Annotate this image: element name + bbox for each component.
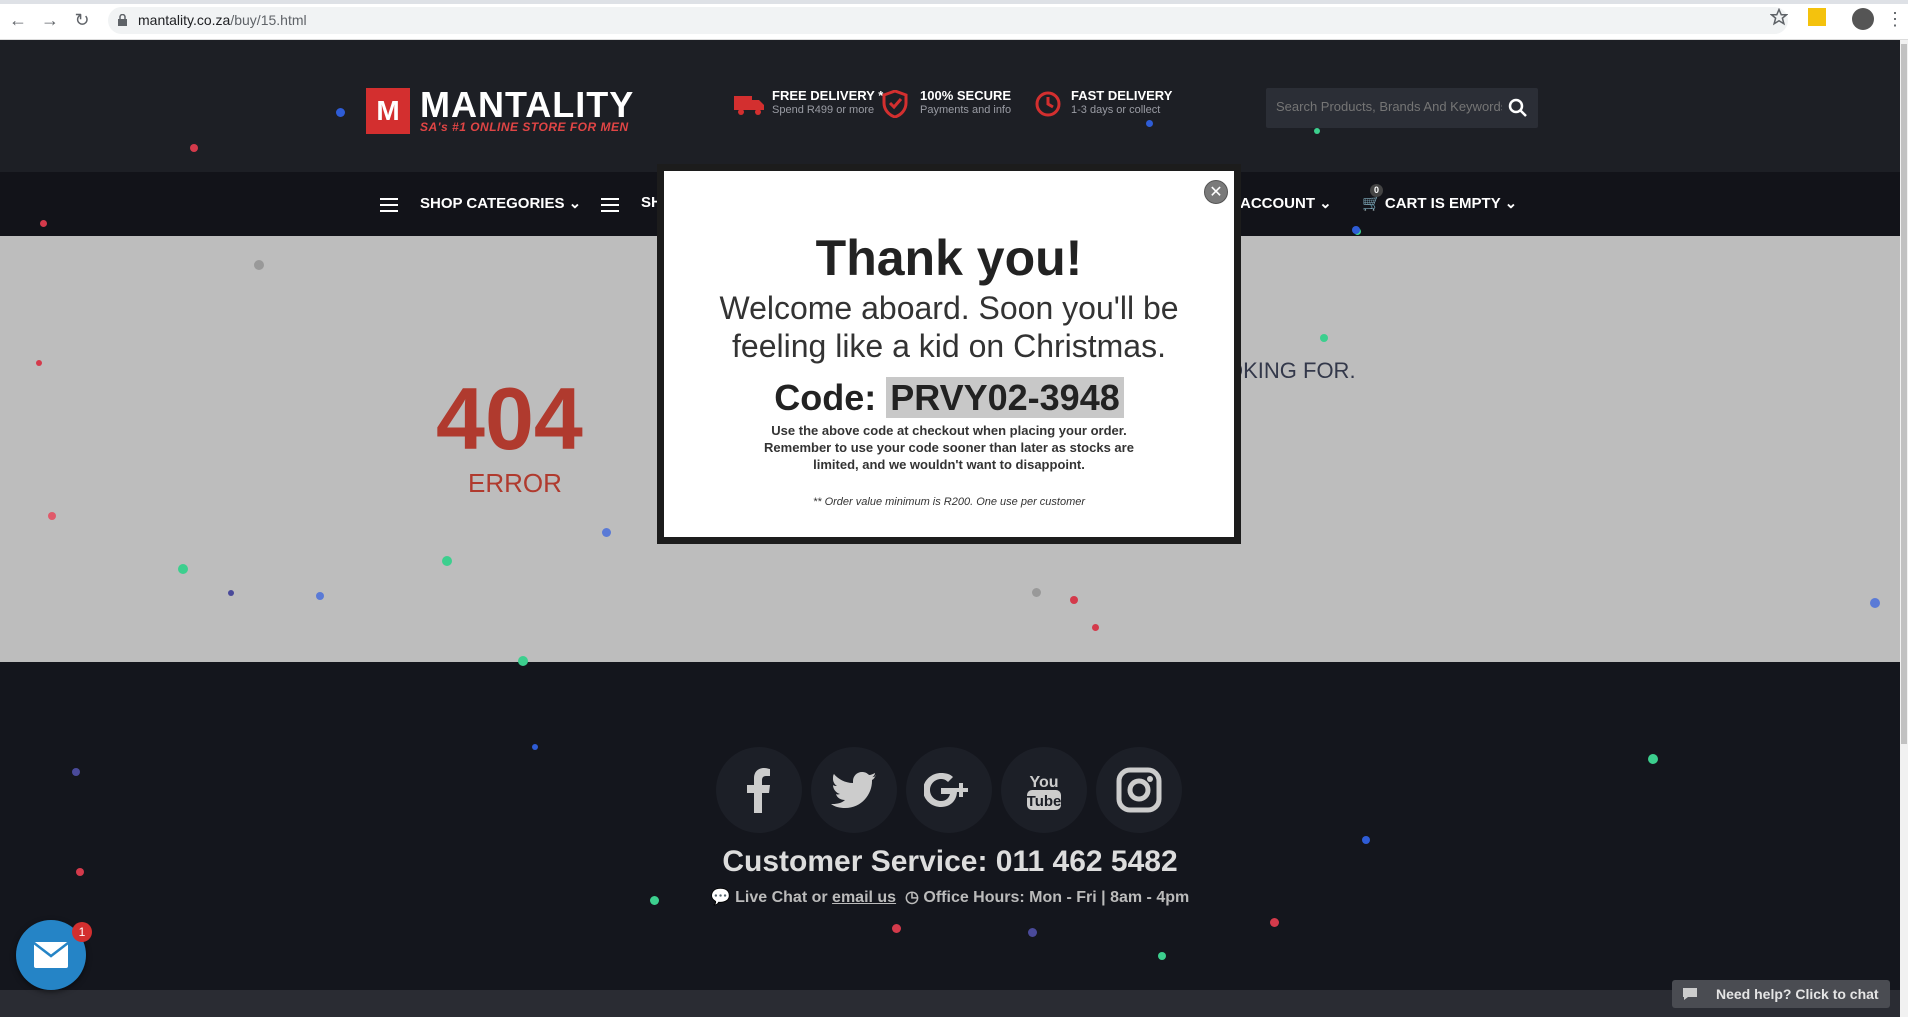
account-menu[interactable]: ACCOUNT ⌄ bbox=[1240, 194, 1332, 212]
reload-icon[interactable]: ↻ bbox=[72, 10, 92, 30]
confetti-dot bbox=[1028, 928, 1037, 937]
bookmark-star-icon[interactable] bbox=[1769, 7, 1789, 32]
confetti-dot bbox=[442, 556, 452, 566]
chat-bubble-icon bbox=[1683, 988, 1697, 1000]
cart-count: 0 bbox=[1370, 184, 1383, 197]
clock-icon: ◷ bbox=[904, 889, 919, 906]
customer-service: Customer Service: 011 462 5482 bbox=[722, 845, 1178, 878]
confetti-dot bbox=[1032, 588, 1041, 597]
address-bar[interactable]: mantality.co.za/buy/15.html bbox=[108, 7, 1788, 34]
url-text: mantality.co.za/buy/15.html bbox=[138, 12, 307, 28]
confetti-dot bbox=[190, 144, 198, 152]
chat-bubble-icon: 💬 bbox=[710, 889, 731, 906]
shop-categories-menu[interactable]: SHOP CATEGORIES ⌄ bbox=[420, 194, 581, 212]
not-found-message: OKING FOR. bbox=[1226, 358, 1356, 383]
browser-toolbar: ← → ↻ mantality.co.za/buy/15.html ⋮ bbox=[0, 0, 1908, 40]
facebook-icon[interactable] bbox=[716, 747, 802, 833]
confetti-dot bbox=[1362, 836, 1370, 844]
profile-avatar[interactable] bbox=[1852, 8, 1874, 32]
confetti-dot bbox=[1070, 596, 1078, 604]
cart-icon: 🛒 bbox=[1362, 195, 1381, 212]
modal-subtitle: Welcome aboard. Soon you'll be feeling l… bbox=[719, 290, 1179, 364]
twitter-icon[interactable] bbox=[811, 747, 897, 833]
confetti-dot bbox=[1092, 624, 1099, 631]
chevron-down-icon: ⌄ bbox=[1319, 195, 1332, 212]
confetti-dot bbox=[36, 360, 42, 366]
site-footer: You Tube Customer Service: 011 462 5482 💬… bbox=[0, 662, 1900, 1017]
scrollbar-thumb[interactable] bbox=[1901, 44, 1907, 744]
cart-menu[interactable]: 🛒 0 CART IS EMPTY ⌄ bbox=[1362, 184, 1518, 212]
confetti-dot bbox=[48, 512, 56, 520]
confetti-dot bbox=[1314, 128, 1320, 134]
confetti-dot bbox=[40, 220, 47, 227]
promo-code-value[interactable]: PRVY02-3948 bbox=[886, 377, 1124, 418]
confetti-dot bbox=[76, 868, 84, 876]
youtube-icon[interactable]: You Tube bbox=[1001, 747, 1087, 833]
site-header: M MANTALITY SA's #1 ONLINE STORE FOR MEN… bbox=[0, 40, 1900, 172]
confetti-dot bbox=[602, 528, 611, 537]
modal-title: Thank you! bbox=[815, 230, 1083, 286]
error-label: ERROR bbox=[468, 468, 562, 498]
confetti-dot bbox=[1158, 952, 1166, 960]
confetti-dot bbox=[254, 260, 264, 270]
svg-text:You: You bbox=[1029, 774, 1058, 791]
confetti-dot bbox=[228, 590, 234, 596]
logo-tagline: SA's #1 ONLINE STORE FOR MEN bbox=[420, 120, 629, 134]
confetti-dot bbox=[1146, 120, 1153, 127]
error-code: 404 bbox=[436, 369, 583, 468]
messenger-button[interactable]: 1 bbox=[16, 920, 92, 990]
forward-icon[interactable]: → bbox=[40, 10, 60, 30]
svg-text:Tube: Tube bbox=[1027, 793, 1062, 810]
need-help-chat[interactable]: Need help? Click to chat bbox=[1672, 980, 1890, 1008]
page-scrollbar[interactable] bbox=[1900, 40, 1908, 1017]
chevron-down-icon: ⌄ bbox=[1504, 195, 1518, 212]
confetti-dot bbox=[650, 896, 659, 905]
lock-icon bbox=[118, 14, 127, 26]
confetti-dot bbox=[532, 744, 538, 750]
tab-strip bbox=[0, 0, 1908, 4]
close-icon[interactable]: ✕ bbox=[1204, 180, 1228, 204]
search-box bbox=[1266, 88, 1538, 128]
promo-code: Code: PRVY02-3948 bbox=[664, 377, 1234, 419]
instagram-icon[interactable] bbox=[1096, 747, 1182, 833]
confetti-dot bbox=[1352, 226, 1360, 234]
chevron-down-icon: ⌄ bbox=[568, 195, 582, 212]
clock-icon bbox=[1035, 91, 1061, 117]
google-plus-icon[interactable] bbox=[906, 747, 992, 833]
envelope-icon bbox=[33, 942, 69, 968]
confetti-dot bbox=[316, 592, 324, 600]
menu-icon[interactable] bbox=[601, 198, 619, 212]
confetti-dot bbox=[1270, 918, 1279, 927]
confetti-dot bbox=[1320, 334, 1328, 342]
modal-body-text: Use the above code at checkout when plac… bbox=[764, 423, 1134, 472]
back-icon[interactable]: ← bbox=[8, 10, 28, 30]
menu-kebab-icon[interactable]: ⋮ bbox=[1886, 8, 1904, 32]
bottom-bar bbox=[0, 990, 1900, 1017]
thank-you-modal: ✕ Thank you! Welcome aboard. Soon you'll… bbox=[657, 164, 1241, 544]
search-input[interactable] bbox=[1274, 98, 1504, 115]
confetti-dot bbox=[72, 768, 80, 776]
menu-icon[interactable] bbox=[380, 198, 398, 212]
confetti-dot bbox=[892, 924, 901, 933]
confetti-dot bbox=[518, 656, 528, 666]
modal-footnote: ** Order value minimum is R200. One use … bbox=[812, 496, 1086, 508]
shield-icon bbox=[882, 90, 908, 118]
contact-line: 💬 Live Chat or email us ◷ Office Hours: … bbox=[710, 889, 1190, 906]
search-icon[interactable] bbox=[1508, 98, 1528, 118]
confetti-dot bbox=[336, 108, 345, 117]
confetti-dot bbox=[178, 564, 188, 574]
confetti-dot bbox=[1648, 754, 1658, 764]
extension-icon[interactable] bbox=[1808, 8, 1826, 32]
truck-icon bbox=[734, 96, 764, 115]
confetti-dot bbox=[1870, 598, 1880, 608]
notification-badge: 1 bbox=[72, 922, 92, 942]
logo-mark[interactable]: M bbox=[366, 88, 410, 134]
email-us-link[interactable]: email us bbox=[832, 889, 896, 906]
